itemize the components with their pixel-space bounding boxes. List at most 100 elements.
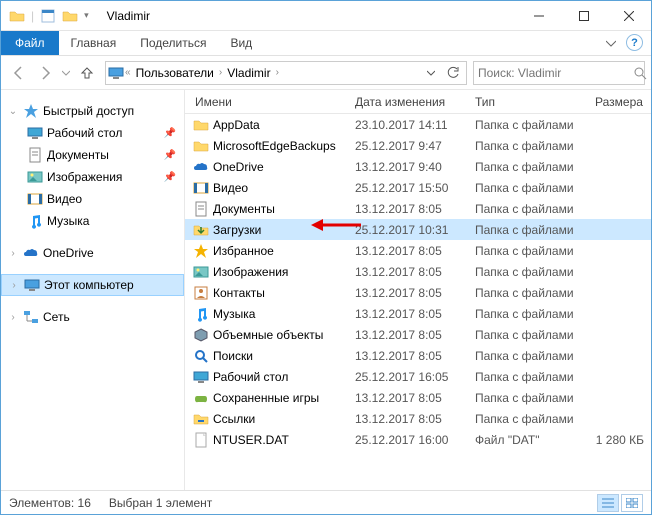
title-bar: | ▾ Vladimir	[1, 1, 651, 31]
table-row[interactable]: MicrosoftEdgeBackups 25.12.2017 9:47 Пап…	[185, 135, 651, 156]
refresh-button[interactable]	[442, 62, 464, 84]
table-row[interactable]: Объемные объекты 13.12.2017 8:05 Папка с…	[185, 324, 651, 345]
links-icon	[193, 411, 209, 427]
file-date: 25.12.2017 10:31	[345, 223, 465, 237]
minimize-button[interactable]	[516, 1, 561, 30]
table-row[interactable]: Документы 13.12.2017 8:05 Папка с файлам…	[185, 198, 651, 219]
docs-icon	[27, 147, 43, 163]
tree-onedrive[interactable]: › OneDrive	[1, 242, 184, 264]
file-name: Рабочий стол	[213, 370, 288, 384]
chevron-down-icon[interactable]: ⌄	[7, 106, 19, 117]
column-headers: Имени Дата изменения Тип Размера	[185, 90, 651, 114]
docs-icon	[193, 201, 209, 217]
table-row[interactable]: NTUSER.DAT 25.12.2017 16:00 Файл "DAT" 1…	[185, 429, 651, 450]
file-type: Папка с файлами	[465, 160, 585, 174]
chevron-right-icon[interactable]: «	[124, 67, 132, 78]
table-row[interactable]: Поиски 13.12.2017 8:05 Папка с файлами	[185, 345, 651, 366]
tree-item-label: Изображения	[47, 170, 122, 184]
table-row[interactable]: Ссылки 13.12.2017 8:05 Папка с файлами	[185, 408, 651, 429]
column-name[interactable]: Имени	[185, 95, 345, 109]
file-date: 13.12.2017 9:40	[345, 160, 465, 174]
file-name: Контакты	[213, 286, 265, 300]
tree-network[interactable]: › Сеть	[1, 306, 184, 328]
file-date: 13.12.2017 8:05	[345, 244, 465, 258]
tree-quick-item[interactable]: Видео	[1, 188, 184, 210]
table-row[interactable]: Загрузки 25.12.2017 10:31 Папка с файлам…	[185, 219, 651, 240]
view-icons-button[interactable]	[621, 494, 643, 512]
tree-item-label: Документы	[47, 148, 109, 162]
search-box[interactable]	[473, 61, 645, 85]
address-dropdown-icon[interactable]	[420, 62, 442, 84]
pc-icon	[108, 65, 124, 81]
tree-item-label: Музыка	[47, 214, 89, 228]
breadcrumb-segment[interactable]: Vladimir	[223, 62, 274, 84]
file-type: Папка с файлами	[465, 391, 585, 405]
chevron-right-icon[interactable]: ›	[8, 280, 20, 291]
file-name: Видео	[213, 181, 248, 195]
table-row[interactable]: Музыка 13.12.2017 8:05 Папка с файлами	[185, 303, 651, 324]
tree-quick-item[interactable]: Рабочий стол📌	[1, 122, 184, 144]
file-name: NTUSER.DAT	[213, 433, 289, 447]
up-button[interactable]	[75, 61, 99, 85]
table-row[interactable]: OneDrive 13.12.2017 9:40 Папка с файлами	[185, 156, 651, 177]
qat-folder-icon[interactable]	[62, 8, 78, 24]
nav-bar: « Пользователи › Vladimir ›	[1, 56, 651, 90]
tree-quick-item[interactable]: Изображения📌	[1, 166, 184, 188]
pics-icon	[193, 264, 209, 280]
help-button[interactable]: ?	[626, 34, 643, 51]
tab-home[interactable]: Главная	[59, 31, 129, 55]
tree-quick-access[interactable]: ⌄ Быстрый доступ	[1, 100, 184, 122]
ribbon-expand-icon[interactable]	[600, 31, 622, 55]
file-type: Папка с файлами	[465, 223, 585, 237]
chevron-right-icon[interactable]: ›	[7, 312, 19, 323]
table-row[interactable]: Избранное 13.12.2017 8:05 Папка с файлам…	[185, 240, 651, 261]
address-bar[interactable]: « Пользователи › Vladimir ›	[105, 61, 467, 85]
column-type[interactable]: Тип	[465, 95, 585, 109]
file-name: MicrosoftEdgeBackups	[213, 139, 336, 153]
table-row[interactable]: Контакты 13.12.2017 8:05 Папка с файлами	[185, 282, 651, 303]
onedrive-icon	[23, 245, 39, 261]
close-button[interactable]	[606, 1, 651, 30]
tree-this-pc[interactable]: › Этот компьютер	[1, 274, 184, 296]
desktop-icon	[27, 125, 43, 141]
pin-icon: 📌	[164, 150, 176, 161]
tab-view[interactable]: Вид	[218, 31, 264, 55]
table-row[interactable]: AppData 23.10.2017 14:11 Папка с файлами	[185, 114, 651, 135]
pc-icon	[24, 277, 40, 293]
forward-button[interactable]	[33, 61, 57, 85]
view-details-button[interactable]	[597, 494, 619, 512]
file-type: Папка с файлами	[465, 265, 585, 279]
column-date[interactable]: Дата изменения	[345, 95, 465, 109]
chevron-right-icon[interactable]: ›	[275, 67, 280, 78]
search-input[interactable]	[478, 66, 633, 80]
breadcrumb-segment[interactable]: Пользователи	[132, 62, 218, 84]
tree-quick-item[interactable]: Музыка	[1, 210, 184, 232]
table-row[interactable]: Видео 25.12.2017 15:50 Папка с файлами	[185, 177, 651, 198]
qat-dropdown-icon[interactable]: ▾	[84, 10, 89, 21]
navigation-pane: ⌄ Быстрый доступ Рабочий стол📌 Документы 📌…	[1, 90, 185, 490]
table-row[interactable]: Изображения 13.12.2017 8:05 Папка с файл…	[185, 261, 651, 282]
search-icon[interactable]	[633, 66, 647, 80]
file-date: 13.12.2017 8:05	[345, 328, 465, 342]
chevron-right-icon[interactable]: ›	[7, 248, 19, 259]
window-title: Vladimir	[107, 9, 150, 23]
file-type: Папка с файлами	[465, 181, 585, 195]
tab-file[interactable]: Файл	[1, 31, 59, 55]
qat-properties-icon[interactable]	[40, 8, 56, 24]
file-list[interactable]: AppData 23.10.2017 14:11 Папка с файлами…	[185, 114, 651, 490]
tab-share[interactable]: Поделиться	[128, 31, 218, 55]
tree-item-label: Видео	[47, 192, 82, 206]
table-row[interactable]: Рабочий стол 25.12.2017 16:05 Папка с фа…	[185, 366, 651, 387]
table-row[interactable]: Сохраненные игры 13.12.2017 8:05 Папка с…	[185, 387, 651, 408]
tree-quick-item[interactable]: Документы 📌	[1, 144, 184, 166]
column-size[interactable]: Размера	[585, 95, 650, 109]
file-type: Папка с файлами	[465, 349, 585, 363]
back-button[interactable]	[7, 61, 31, 85]
recent-dropdown-icon[interactable]	[59, 61, 73, 85]
tree-item-label: Рабочий стол	[47, 126, 122, 140]
file-name: Избранное	[213, 244, 274, 258]
file-type: Папка с файлами	[465, 307, 585, 321]
maximize-button[interactable]	[561, 1, 606, 30]
file-name: AppData	[213, 118, 260, 132]
favorites-icon	[193, 243, 209, 259]
